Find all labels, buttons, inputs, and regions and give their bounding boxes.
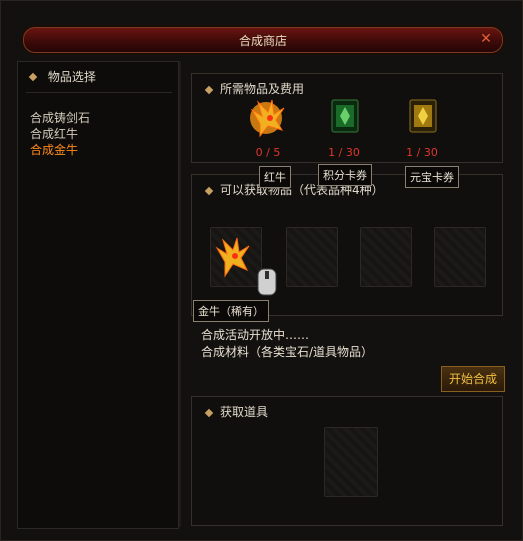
start-synthesis-button[interactable]: 开始合成	[441, 366, 505, 392]
green-card-icon[interactable]	[330, 98, 360, 134]
result-slot-3[interactable]	[360, 227, 412, 287]
window-title: 合成商店	[238, 34, 287, 48]
synthesis-shop-window: 合成商店 ✕ 物品选择 合成铸剑石 合成红牛 合成金牛 所需物品及费用 0 / …	[0, 0, 523, 541]
diamond-bullet-icon	[204, 186, 214, 195]
result-slot-2[interactable]	[286, 227, 338, 287]
tooltip-ingot-card: 元宝卡券	[405, 166, 459, 188]
result-slot-4[interactable]	[434, 227, 486, 287]
obtain-slot[interactable]	[324, 427, 378, 497]
tooltip-points-card: 积分卡券	[318, 164, 372, 186]
obtain-panel: 获取道具	[191, 396, 503, 526]
cost-panel: 所需物品及费用 0 / 5 1 / 30 1 / 30	[191, 73, 503, 163]
obtain-panel-header: 获取道具	[198, 403, 268, 420]
tooltip-gold-bull: 金牛（稀有）	[193, 300, 269, 322]
diamond-bullet-icon	[204, 85, 214, 94]
ingot-card-count: 1 / 30	[406, 146, 438, 159]
item-selection-sidebar: 物品选择 合成铸剑石 合成红牛 合成金牛	[17, 61, 179, 529]
column-divider	[179, 61, 181, 527]
status-text: 合成活动开放中……	[201, 328, 310, 342]
points-card-count: 1 / 30	[328, 146, 360, 159]
diamond-bullet-icon	[204, 408, 214, 417]
gold-card-icon[interactable]	[408, 98, 438, 134]
sidebar-item-gold-bull[interactable]: 合成金牛	[30, 141, 78, 158]
tooltip-red-bull: 红牛	[259, 166, 291, 188]
sidebar-header: 物品选择	[22, 68, 172, 88]
red-bull-count: 0 / 5	[255, 146, 281, 159]
materials-text: 合成材料（各类宝石/道具物品）	[201, 345, 374, 359]
close-icon[interactable]: ✕	[478, 31, 494, 47]
title-bar[interactable]: 合成商店 ✕	[23, 27, 503, 53]
golden-dragon-icon[interactable]	[244, 96, 288, 140]
result-panel: 可以获取物品（代表品种4种）	[191, 174, 503, 316]
sidebar-divider	[26, 92, 172, 93]
mouse-cursor-icon	[252, 259, 282, 299]
sidebar-item-red-bull[interactable]: 合成红牛	[30, 125, 78, 142]
cost-panel-header: 所需物品及费用	[198, 80, 304, 97]
diamond-bullet-icon	[28, 72, 38, 81]
sidebar-item-sword-stone[interactable]: 合成铸剑石	[30, 109, 90, 126]
